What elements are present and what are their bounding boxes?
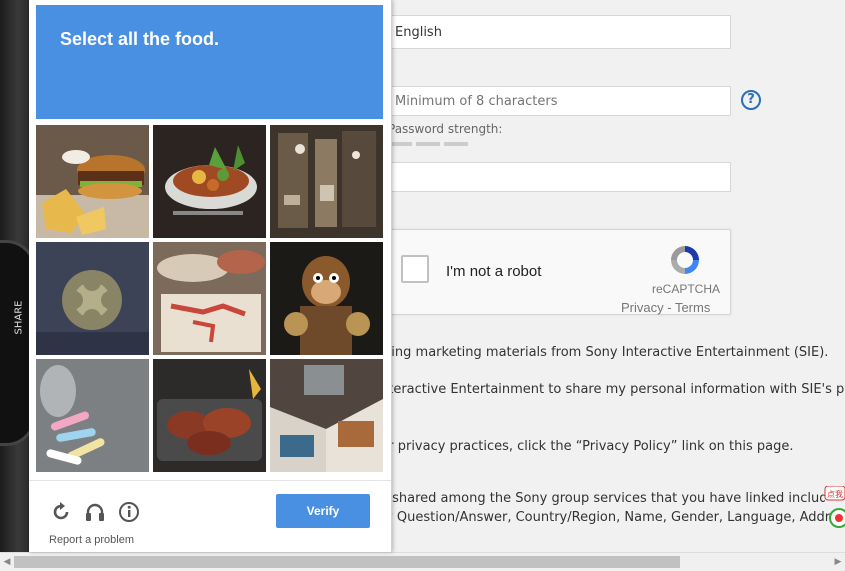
report-problem-link[interactable]: Report a problem (49, 534, 134, 546)
scroll-right-icon[interactable]: ▶ (832, 556, 844, 568)
prompt-keyword: food (175, 29, 215, 49)
prompt-suffix: . (214, 29, 220, 49)
consent-text-privacy: ur privacy practices, click the “Privacy… (380, 439, 794, 454)
consent-text-marketing: iving marketing materials from Sony Inte… (380, 345, 829, 360)
image-tile-burger[interactable] (36, 125, 149, 238)
recaptcha-logo-icon (671, 246, 699, 274)
background-photo: SHARE (0, 0, 36, 570)
terms-link[interactable]: Terms (675, 300, 710, 315)
scroll-thumb[interactable] (14, 556, 680, 568)
strength-segment (416, 142, 440, 146)
privacy-link[interactable]: Privacy (621, 300, 664, 315)
consent-text-sony-group: e shared among the Sony group services t… (380, 491, 825, 506)
image-grid (36, 125, 385, 474)
language-field[interactable] (380, 15, 731, 49)
confirm-password-field[interactable] (380, 162, 731, 192)
image-tile-monkey-toy[interactable] (270, 242, 383, 355)
image-tile-magazine[interactable] (270, 359, 383, 472)
reload-icon[interactable] (50, 501, 72, 523)
consent-text-fields: ty Question/Answer, Country/Region, Name… (380, 510, 845, 525)
help-icon[interactable]: ? (741, 90, 761, 110)
prompt-prefix: Select all the (60, 29, 176, 49)
info-icon[interactable] (118, 501, 140, 523)
image-tile-shop[interactable] (270, 125, 383, 238)
challenge-header: Select all the food. (36, 5, 383, 119)
password-field[interactable] (380, 86, 731, 116)
widget-badge-text: 点我 (827, 489, 843, 499)
audio-icon[interactable] (84, 501, 106, 523)
image-tile-grilled-meat[interactable] (153, 359, 266, 472)
recaptcha-name: reCAPTCHA (652, 282, 721, 296)
robot-checkbox[interactable] (401, 255, 429, 283)
image-tile-engraving[interactable] (36, 242, 149, 355)
image-tile-food-tray[interactable] (153, 242, 266, 355)
floating-widget-icon[interactable]: 点我 (823, 486, 845, 536)
challenge-prompt: Select all the food. (60, 29, 219, 50)
horizontal-scrollbar[interactable]: ◀ ▶ (0, 552, 845, 571)
robot-label: I'm not a robot (446, 263, 542, 280)
footer-divider (29, 480, 391, 481)
camera-text: SHARE (13, 300, 25, 335)
consent-text-partners: nteractive Entertainment to share my per… (380, 382, 845, 397)
image-tile-salad[interactable] (153, 125, 266, 238)
image-tile-chalk[interactable] (36, 359, 149, 472)
verify-button[interactable]: Verify (276, 494, 370, 528)
scroll-left-icon[interactable]: ◀ (1, 556, 13, 568)
password-strength-label: Password strength: (388, 122, 503, 136)
consent-fields-text: ty Question/Answer, Country/Region, Name… (380, 510, 845, 525)
captcha-challenge-panel: Select all the food. Verify Report a pro… (29, 0, 392, 552)
link-separator: - (663, 300, 675, 315)
strength-segment (444, 142, 468, 146)
recaptcha-links: Privacy - Terms (621, 300, 710, 315)
